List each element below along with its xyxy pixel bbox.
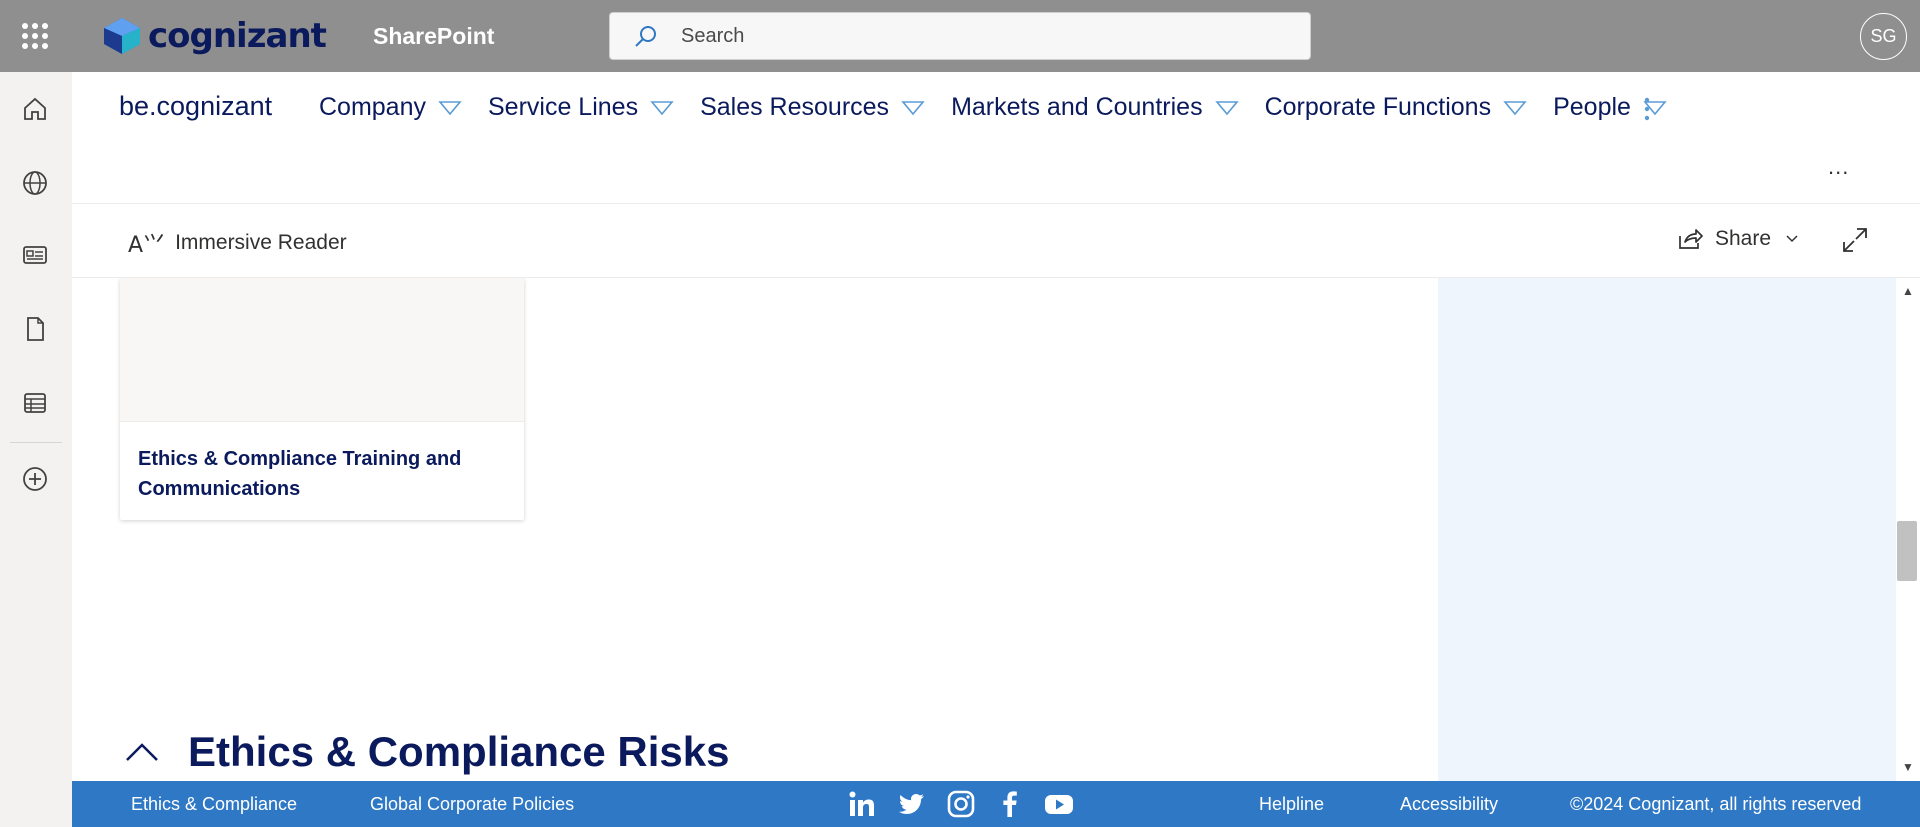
caret-down-icon bbox=[1503, 100, 1527, 115]
right-column bbox=[1438, 278, 1896, 781]
nav-item-label: Corporate Functions bbox=[1264, 93, 1492, 121]
search-icon bbox=[635, 26, 656, 47]
nav-item-markets-and-countries[interactable]: Markets and Countries bbox=[951, 93, 1239, 122]
caret-down-icon bbox=[901, 100, 925, 115]
suite-bar: cognizant SharePoint Search SG bbox=[0, 0, 1920, 72]
create-icon[interactable] bbox=[18, 462, 52, 496]
twitter-icon[interactable] bbox=[896, 789, 926, 819]
caret-down-icon bbox=[1214, 100, 1239, 115]
app-rail bbox=[0, 72, 72, 827]
site-title[interactable]: be.cognizant bbox=[119, 91, 272, 122]
card-image bbox=[120, 278, 524, 422]
nav-overflow-icon[interactable] bbox=[1637, 94, 1657, 124]
globe-icon[interactable] bbox=[18, 166, 52, 200]
cognizant-logo-icon bbox=[104, 18, 140, 54]
card-title[interactable]: Ethics & Compliance Training and Communi… bbox=[138, 444, 508, 504]
scroll-up-icon[interactable]: ▲ bbox=[1902, 284, 1914, 298]
app-launcher-icon[interactable] bbox=[17, 18, 53, 54]
immersive-reader-icon: A⺍ bbox=[128, 233, 166, 258]
facebook-icon[interactable] bbox=[995, 789, 1025, 819]
immersive-reader-label: Immersive Reader bbox=[175, 231, 347, 254]
caret-down-icon bbox=[650, 100, 674, 115]
app-name[interactable]: SharePoint bbox=[373, 23, 494, 50]
nav-item-service-lines[interactable]: Service Lines bbox=[488, 93, 674, 122]
footer-link-global-corporate-policies[interactable]: Global Corporate Policies bbox=[370, 794, 574, 815]
nav-item-label: People bbox=[1553, 93, 1631, 121]
nav-item-label: Sales Resources bbox=[700, 93, 890, 121]
page-content: Ethics & Compliance Training and Communi… bbox=[72, 278, 1438, 781]
nav-items: Company Service Lines Sales Resources Ma… bbox=[319, 93, 1693, 122]
nav-item-label: Markets and Countries bbox=[951, 93, 1203, 121]
rail-divider bbox=[10, 442, 62, 443]
scroll-down-icon[interactable]: ▼ bbox=[1902, 760, 1914, 774]
hub-navigation: be.cognizant Company Service Lines Sales… bbox=[72, 72, 1920, 204]
search-input[interactable]: Search bbox=[609, 12, 1311, 60]
brand-name: cognizant bbox=[148, 16, 327, 56]
nav-item-company[interactable]: Company bbox=[319, 93, 462, 122]
footer: Ethics & Compliance Global Corporate Pol… bbox=[72, 781, 1920, 827]
footer-link-ethics-compliance[interactable]: Ethics & Compliance bbox=[131, 794, 297, 815]
lists-icon[interactable] bbox=[18, 386, 52, 420]
nav-item-label: Service Lines bbox=[488, 93, 639, 121]
expand-icon[interactable] bbox=[1842, 227, 1868, 253]
chevron-up-icon[interactable] bbox=[124, 741, 160, 763]
footer-copyright: ©2024 Cognizant, all rights reserved bbox=[1570, 794, 1862, 814]
home-icon[interactable] bbox=[18, 92, 52, 126]
command-bar: A⺍ Immersive Reader Share bbox=[72, 205, 1920, 278]
caret-down-icon bbox=[438, 100, 462, 115]
share-button[interactable]: Share bbox=[1677, 227, 1799, 251]
section-header[interactable]: Ethics & Compliance Risks bbox=[124, 728, 730, 776]
immersive-reader-button[interactable]: A⺍ Immersive Reader bbox=[128, 227, 347, 259]
footer-link-accessibility[interactable]: Accessibility bbox=[1400, 794, 1498, 815]
share-icon bbox=[1679, 229, 1703, 249]
nav-item-corporate-functions[interactable]: Corporate Functions bbox=[1265, 93, 1528, 122]
search-placeholder: Search bbox=[681, 25, 745, 47]
footer-link-helpline[interactable]: Helpline bbox=[1259, 794, 1324, 815]
brand-logo[interactable]: cognizant bbox=[100, 14, 327, 58]
linkedin-icon[interactable] bbox=[847, 789, 877, 819]
section-title: Ethics & Compliance Risks bbox=[188, 728, 730, 775]
instagram-icon[interactable] bbox=[946, 789, 976, 819]
youtube-icon[interactable] bbox=[1044, 789, 1074, 819]
chevron-down-icon bbox=[1786, 235, 1798, 243]
share-label: Share bbox=[1715, 227, 1772, 250]
nav-item-sales-resources[interactable]: Sales Resources bbox=[700, 93, 925, 122]
nav-item-label: Company bbox=[319, 93, 426, 121]
scroll-thumb[interactable] bbox=[1897, 521, 1917, 581]
page-more-actions-button[interactable]: ... bbox=[1828, 154, 1849, 180]
avatar[interactable]: SG bbox=[1860, 13, 1907, 60]
news-icon[interactable] bbox=[18, 238, 52, 272]
content-card[interactable]: Ethics & Compliance Training and Communi… bbox=[120, 278, 524, 520]
scrollbar[interactable]: ▲ ▼ bbox=[1896, 278, 1920, 781]
file-icon[interactable] bbox=[18, 312, 52, 346]
